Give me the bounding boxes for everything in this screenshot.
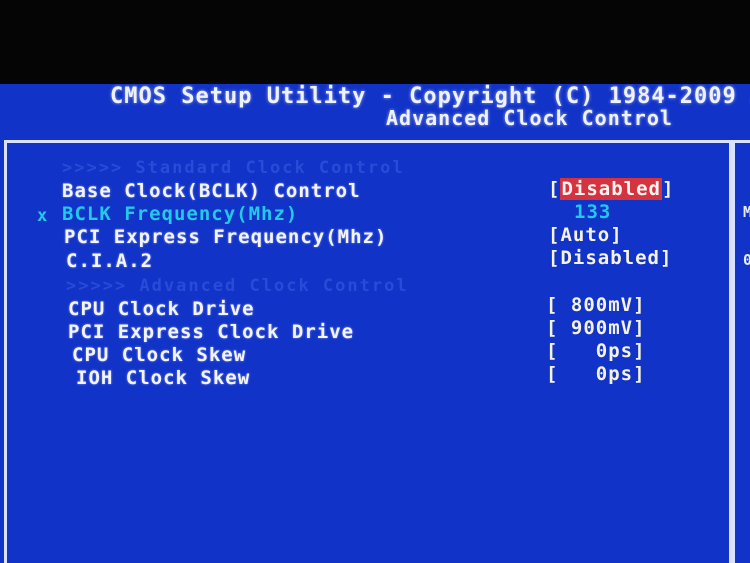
setting-value-cia2[interactable]: [Disabled]: [548, 247, 672, 269]
help-panel: M 0: [732, 140, 750, 563]
help-panel-char: M: [743, 203, 750, 221]
bracket-close: ]: [661, 178, 675, 200]
setting-label-cia2[interactable]: C.I.A.2: [66, 250, 153, 272]
setting-label-pci-express-frequency[interactable]: PCI Express Frequency(Mhz): [64, 226, 387, 248]
setting-value-pci-express-frequency[interactable]: [Auto]: [548, 224, 623, 246]
selected-value[interactable]: Disabled: [560, 178, 662, 200]
setting-value-bclk-frequency: 133: [574, 201, 612, 223]
header-subtitle: Advanced Clock Control: [386, 106, 673, 130]
setting-label-cpu-clock-drive[interactable]: CPU Clock Drive: [68, 298, 255, 320]
setting-value-base-clock-control[interactable]: [Disabled]: [548, 178, 674, 200]
help-panel-char: 0: [743, 251, 750, 269]
setting-label-bclk-frequency: BCLK Frequency(Mhz): [62, 203, 299, 225]
setting-label-pci-express-clock-drive[interactable]: PCI Express Clock Drive: [68, 321, 354, 343]
setting-label-base-clock-control[interactable]: Base Clock(BCLK) Control: [62, 180, 361, 202]
bios-screen: CMOS Setup Utility - Copyright (C) 1984-…: [0, 84, 750, 563]
section-header-advanced: >>>>> Advanced Clock Control: [66, 276, 409, 296]
setting-value-pci-express-clock-drive[interactable]: [ 900mV]: [546, 317, 646, 339]
section-header-standard: >>>>> Standard Clock Control: [62, 158, 405, 178]
disabled-marker-icon: x: [37, 206, 48, 226]
setting-label-ioh-clock-skew[interactable]: IOH Clock Skew: [76, 367, 250, 389]
setting-value-ioh-clock-skew[interactable]: [ 0ps]: [546, 363, 646, 385]
setting-label-cpu-clock-skew[interactable]: CPU Clock Skew: [72, 344, 246, 366]
bracket-open: [: [548, 178, 561, 200]
setting-value-cpu-clock-drive[interactable]: [ 800mV]: [546, 294, 646, 316]
setting-value-cpu-clock-skew[interactable]: [ 0ps]: [546, 340, 646, 362]
